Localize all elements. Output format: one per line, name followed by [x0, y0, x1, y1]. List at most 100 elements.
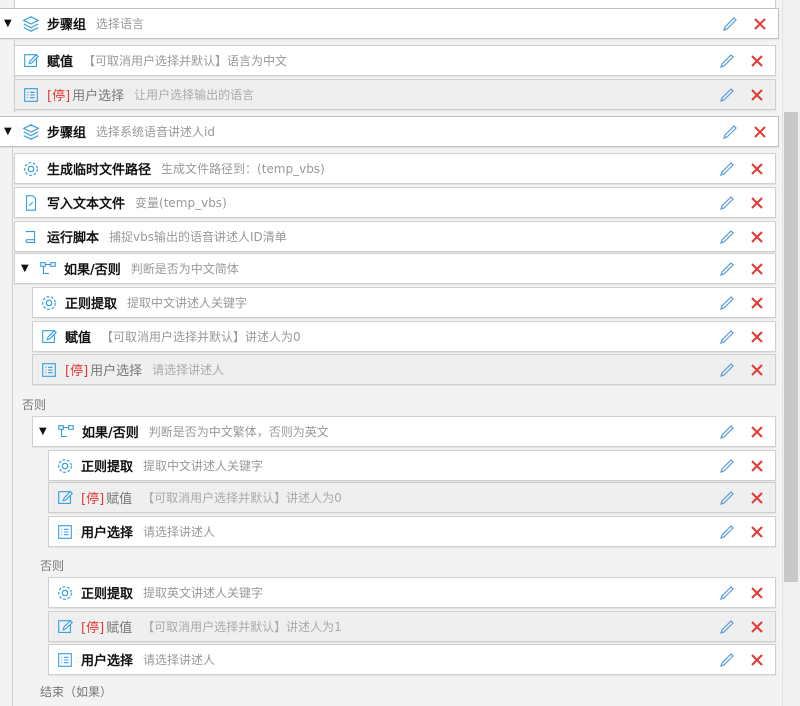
step-row[interactable]: 正则提取 提取英文讲述人关键字	[48, 577, 776, 608]
step-desc: 变量(temp_vbs)	[135, 196, 227, 210]
step-title: 写入文本文件	[47, 197, 126, 212]
step-row-disabled[interactable]: [停] 赋值 【可取消用户选择并默认】讲述人为0	[48, 482, 776, 513]
collapse-triangle-icon[interactable]: ▼	[21, 263, 31, 274]
file-write-icon	[21, 193, 41, 213]
edit-pencil-icon[interactable]	[719, 261, 735, 277]
edit-pencil-icon[interactable]	[719, 585, 735, 601]
step-desc: 判断是否为中文简体	[130, 262, 239, 276]
delete-x-icon[interactable]	[752, 124, 768, 140]
nest-line	[12, 146, 13, 706]
edit-pencil-icon[interactable]	[719, 362, 735, 378]
step-row[interactable]: 写入文本文件 变量(temp_vbs)	[14, 187, 776, 218]
collapse-triangle-icon[interactable]: ▼	[4, 18, 14, 29]
delete-x-icon[interactable]	[749, 619, 765, 635]
step-group-row[interactable]: ▼ 步骤组 选择语言	[0, 8, 779, 39]
delete-x-icon[interactable]	[749, 458, 765, 474]
edit-pencil-icon[interactable]	[719, 329, 735, 345]
delete-x-icon[interactable]	[749, 161, 765, 177]
delete-x-icon[interactable]	[752, 16, 768, 32]
edit-pencil-icon[interactable]	[719, 652, 735, 668]
list-select-icon	[55, 650, 75, 670]
step-group-row[interactable]: ▼ 步骤组 选择系统语音讲述人id	[0, 116, 779, 147]
edit-pencil-icon[interactable]	[719, 424, 735, 440]
delete-x-icon[interactable]	[749, 195, 765, 211]
edit-pencil-icon[interactable]	[719, 458, 735, 474]
step-row-disabled[interactable]: [停] 赋值 【可取消用户选择并默认】讲述人为1	[48, 611, 776, 642]
edit-pencil-icon[interactable]	[719, 195, 735, 211]
edit-pencil-icon[interactable]	[719, 229, 735, 245]
scrollbar-thumb[interactable]	[784, 112, 798, 582]
else-label: 否则	[40, 559, 65, 573]
scrollbar-track[interactable]	[782, 0, 800, 706]
edit-pencil-icon[interactable]	[719, 295, 735, 311]
step-row[interactable]: 生成临时文件路径 生成文件路径到：(temp_vbs)	[14, 153, 776, 184]
delete-x-icon[interactable]	[749, 295, 765, 311]
edit-pencil-icon[interactable]	[719, 161, 735, 177]
delete-x-icon[interactable]	[749, 229, 765, 245]
step-desc: 提取英文讲述人关键字	[143, 586, 264, 600]
step-row[interactable]: 赋值 【可取消用户选择并默认】语言为中文	[14, 45, 776, 76]
delete-x-icon[interactable]	[749, 424, 765, 440]
delete-x-icon[interactable]	[749, 87, 765, 103]
list-select-icon	[39, 360, 59, 380]
step-row-disabled[interactable]: [停] 用户选择 请选择讲述人	[32, 354, 776, 385]
collapse-triangle-icon[interactable]: ▼	[4, 126, 14, 137]
edit-pencil-icon[interactable]	[719, 619, 735, 635]
step-title: 步骤组	[47, 18, 87, 33]
branch-icon	[56, 422, 76, 442]
step-title: 如果/否则	[64, 263, 121, 278]
edit-pencil-icon[interactable]	[719, 53, 735, 69]
delete-x-icon[interactable]	[749, 524, 765, 540]
step-row[interactable]: 正则提取 提取中文讲述人关键字	[32, 287, 776, 318]
if-else-row[interactable]: ▼ 如果/否则 判断是否为中文简体	[14, 253, 776, 284]
edit-pencil-icon[interactable]	[722, 16, 738, 32]
delete-x-icon[interactable]	[749, 362, 765, 378]
delete-x-icon[interactable]	[749, 329, 765, 345]
edit-note-icon	[55, 488, 75, 508]
step-row[interactable]: 运行脚本 捕捉vbs输出的语音讲述人ID清单	[14, 221, 776, 252]
step-desc: 请选择讲述人	[143, 653, 216, 667]
delete-x-icon[interactable]	[749, 53, 765, 69]
regex-gear-icon	[55, 583, 75, 603]
edit-note-icon	[21, 51, 41, 71]
step-row[interactable]: 正则提取 提取中文讲述人关键字	[48, 450, 776, 481]
step-title: 正则提取	[65, 297, 118, 312]
edit-pencil-icon[interactable]	[719, 87, 735, 103]
step-row[interactable]: 赋值 【可取消用户选择并默认】讲述人为0	[32, 321, 776, 352]
step-desc: 判断是否为中文繁体，否则为英文	[148, 425, 329, 439]
step-desc: 捕捉vbs输出的语音讲述人ID清单	[109, 230, 287, 244]
step-desc: 让用户选择输出的语言	[134, 88, 255, 102]
collapse-triangle-icon[interactable]: ▼	[39, 426, 49, 437]
step-row-disabled[interactable]: [停] 用户选择 让用户选择输出的语言	[14, 79, 776, 110]
delete-x-icon[interactable]	[749, 261, 765, 277]
step-title: 用户选择	[72, 89, 125, 104]
delete-x-icon[interactable]	[749, 490, 765, 506]
edit-note-icon	[39, 327, 59, 347]
gear-icon	[21, 159, 41, 179]
delete-x-icon[interactable]	[749, 652, 765, 668]
layers-icon	[21, 14, 41, 34]
step-title: 用户选择	[90, 364, 143, 379]
if-else-row[interactable]: ▼ 如果/否则 判断是否为中文繁体，否则为英文	[32, 416, 776, 447]
list-select-icon	[55, 522, 75, 542]
step-title: 正则提取	[81, 460, 134, 475]
regex-gear-icon	[55, 456, 75, 476]
step-row[interactable]: 用户选择 请选择讲述人	[48, 516, 776, 547]
step-title: 赋值	[106, 492, 133, 507]
step-desc: 【可取消用户选择并默认】语言为中文	[83, 54, 288, 68]
edit-pencil-icon[interactable]	[722, 124, 738, 140]
step-desc: 【可取消用户选择并默认】讲述人为1	[142, 620, 342, 634]
step-desc: 请选择讲述人	[143, 525, 216, 539]
end-if-label: 结束（如果）	[40, 685, 113, 699]
edit-pencil-icon[interactable]	[719, 490, 735, 506]
stop-tag: [停]	[65, 364, 89, 379]
step-row[interactable]: 用户选择 请选择讲述人	[48, 644, 776, 675]
step-title: 赋值	[106, 621, 133, 636]
list-select-icon	[21, 85, 41, 105]
step-desc: 提取中文讲述人关键字	[143, 459, 264, 473]
edit-note-icon	[55, 617, 75, 637]
else-label: 否则	[22, 398, 47, 412]
delete-x-icon[interactable]	[749, 585, 765, 601]
step-desc: 【可取消用户选择并默认】讲述人为0	[142, 491, 342, 505]
edit-pencil-icon[interactable]	[719, 524, 735, 540]
